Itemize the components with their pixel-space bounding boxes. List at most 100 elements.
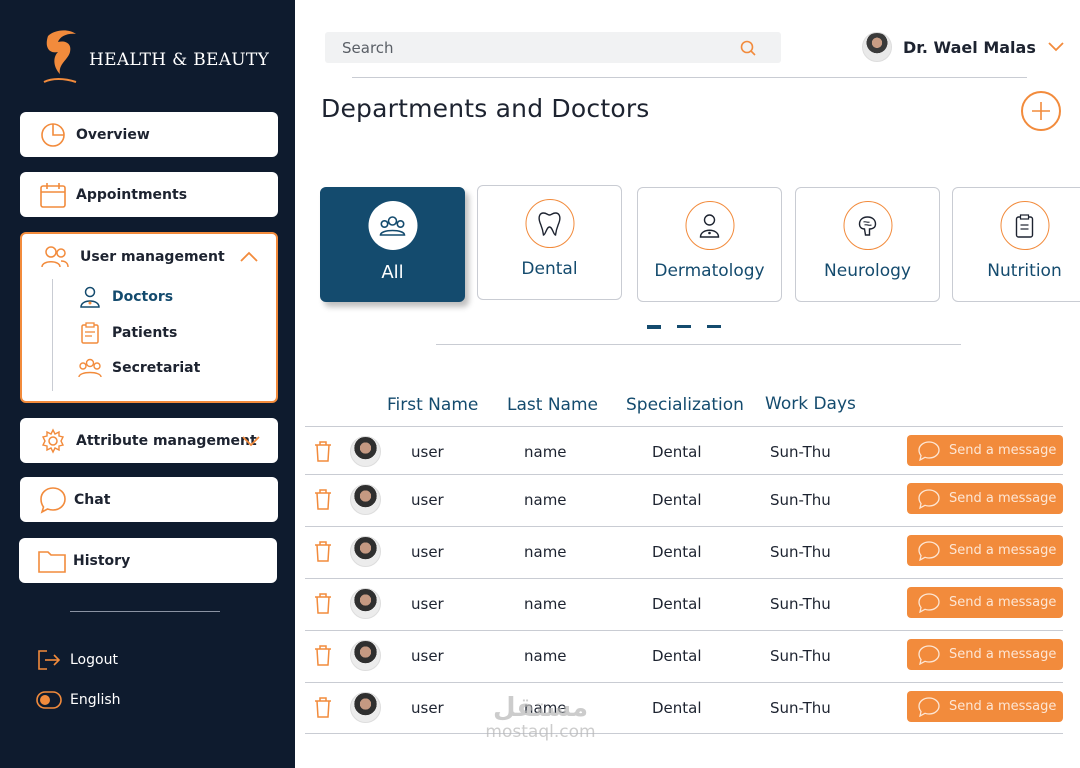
cell-work-days: Sun-Thu [770,491,831,509]
sidebar-item-chat[interactable]: Chat [20,477,278,522]
cell-last-name: name [524,647,567,665]
department-label: All [381,262,404,283]
send-message-label: Send a message [949,699,1057,714]
cell-specialization: Dental [652,443,702,461]
table-row: user name Dental Sun-Thu Send a message [305,682,1063,734]
header-divider [352,77,1027,78]
chat-bubble-icon [918,696,940,717]
sidebar-item-appointments[interactable]: Appointments [20,172,278,217]
avatar [862,32,892,62]
departments-divider [436,344,961,345]
sidebar-subitem-patients[interactable]: Patients [78,321,177,345]
brand-name: HEALTH & BEAUTY [89,50,270,70]
group-icon [78,356,102,380]
sidebar-subitem-doctors[interactable]: Doctors [78,285,173,309]
search-icon[interactable] [739,39,757,57]
trash-icon[interactable] [314,440,332,462]
cell-last-name: name [524,443,567,461]
trash-icon[interactable] [314,488,332,510]
sidebar-item-label: User management [80,249,225,265]
chevron-up-icon[interactable] [240,251,258,263]
sidebar-subitem-label: Doctors [112,289,174,305]
cell-last-name: name [524,491,567,509]
trash-icon[interactable] [314,696,332,718]
column-header-work-days: Work Days [765,394,856,414]
cell-first-name: user [411,699,444,717]
sidebar-subitem-label: Secretariat [112,360,201,376]
sidebar-subitem-secretariat[interactable]: Secretariat [78,356,200,380]
cell-specialization: Dental [652,491,702,509]
brand-logo[interactable]: HEALTH & BEAUTY [38,28,269,86]
sidebar-item-user-management[interactable]: User management [22,242,276,272]
table-row: user name Dental Sun-Thu Send a message [305,526,1063,578]
send-message-button[interactable]: Send a message [907,639,1063,670]
cell-last-name: name [524,699,567,717]
department-card-dermatology[interactable]: Dermatology [637,187,782,302]
send-message-button[interactable]: Send a message [907,587,1063,618]
avatar [350,536,381,567]
chat-bubble-icon [918,592,940,613]
sidebar-item-attribute-management[interactable]: Attribute management [20,418,278,463]
cell-first-name: user [411,491,444,509]
brain-icon [843,201,892,250]
user-name: Dr. Wael Malas [903,37,1036,57]
trash-icon[interactable] [314,644,332,666]
send-message-label: Send a message [949,443,1057,458]
department-card-dental[interactable]: Dental [477,185,622,300]
cell-work-days: Sun-Thu [770,543,831,561]
search-input[interactable] [325,32,781,63]
avatar [350,640,381,671]
send-message-button[interactable]: Send a message [907,691,1063,722]
department-card-all[interactable]: All [320,187,465,302]
sidebar-item-history[interactable]: History [19,538,277,583]
tree-line [52,279,53,391]
cell-specialization: Dental [652,543,702,561]
cell-last-name: name [524,595,567,613]
carousel-dot-1[interactable] [647,325,661,329]
sidebar-item-label: Appointments [76,186,188,203]
avatar [350,588,381,619]
sidebar-item-label: History [73,552,131,569]
table-row: user name Dental Sun-Thu Send a message [305,426,1063,478]
clipboard-icon [78,321,102,345]
column-header-first-name: First Name [387,395,479,415]
send-message-button[interactable]: Send a message [907,483,1063,514]
chat-bubble-icon [918,644,940,665]
logout-link[interactable]: Logout [36,648,118,672]
carousel-dot-2[interactable] [677,325,691,328]
gear-icon [38,426,68,456]
language-toggle[interactable]: English [36,688,121,712]
department-card-neurology[interactable]: Neurology [795,187,940,302]
department-card-nutrition[interactable]: Nutrition [952,187,1080,302]
trash-icon[interactable] [314,592,332,614]
sidebar: HEALTH & BEAUTY Overview Appointments Us… [0,0,295,768]
avatar [350,484,381,515]
table-row: user name Dental Sun-Thu Send a message [305,630,1063,682]
search-bar [325,32,781,63]
doctor-icon [78,285,102,309]
cell-specialization: Dental [652,699,702,717]
avatar [350,692,381,723]
cell-last-name: name [524,543,567,561]
sidebar-subitem-label: Patients [112,325,178,341]
swan-leaf-logo-icon [43,30,77,83]
send-message-button[interactable]: Send a message [907,435,1063,466]
chat-bubble-icon [918,488,940,509]
column-header-last-name: Last Name [507,395,598,415]
users-icon [40,242,70,272]
send-message-label: Send a message [949,491,1057,506]
user-menu[interactable]: Dr. Wael Malas [862,32,1064,62]
cell-first-name: user [411,595,444,613]
cell-first-name: user [411,543,444,561]
sidebar-item-overview[interactable]: Overview [20,112,278,157]
chevron-down-icon[interactable] [1048,42,1064,52]
table-row: user name Dental Sun-Thu Send a message [305,474,1063,526]
logout-icon [36,648,62,672]
send-message-label: Send a message [949,543,1057,558]
send-message-button[interactable]: Send a message [907,535,1063,566]
carousel-dot-3[interactable] [707,325,721,328]
chevron-down-icon[interactable] [242,435,260,447]
cell-specialization: Dental [652,647,702,665]
trash-icon[interactable] [314,540,332,562]
add-doctor-button[interactable] [1021,91,1061,131]
